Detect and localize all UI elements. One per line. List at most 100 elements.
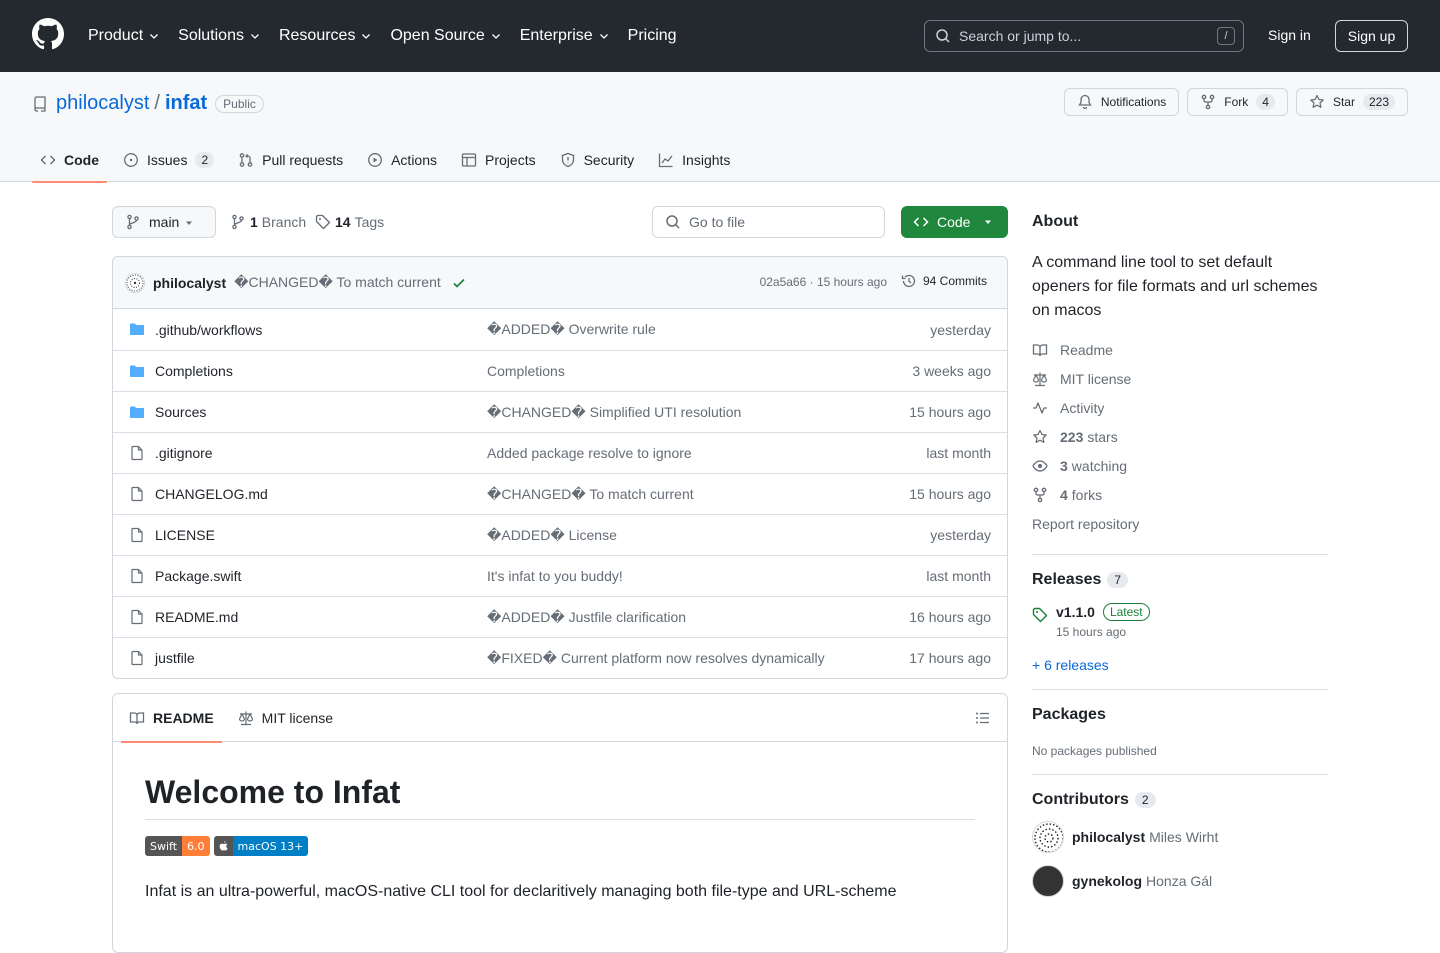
- file-row[interactable]: justfile �FIXED� Current platform now res…: [113, 637, 1007, 678]
- nav-resources[interactable]: Resources: [279, 27, 372, 45]
- branch-select-button[interactable]: main: [112, 206, 216, 238]
- tab-readme[interactable]: README: [121, 694, 222, 743]
- star-button[interactable]: Star 223: [1295, 88, 1408, 116]
- latest-badge: Latest: [1102, 603, 1150, 621]
- repo-name-link[interactable]: infat: [165, 92, 207, 115]
- tab-issues-label: Issues: [147, 152, 188, 168]
- repo-header: philocalyst / infat Public Notifications…: [0, 72, 1440, 183]
- branches-link[interactable]: 1 Branch: [230, 206, 306, 238]
- commit-hash-time[interactable]: 02a5a66 · 15 hours ago: [760, 275, 887, 289]
- file-row[interactable]: Sources �CHANGED� Simplified UTI resoluti…: [113, 391, 1007, 432]
- tab-security[interactable]: Security: [552, 138, 643, 182]
- file-name-link[interactable]: .github/workflows: [155, 322, 262, 338]
- file-commit-message-link[interactable]: �CHANGED� To match current: [487, 486, 694, 503]
- tab-projects[interactable]: Projects: [453, 138, 544, 182]
- file-commit-message-link[interactable]: It's infat to you buddy!: [487, 568, 623, 584]
- readme-link[interactable]: Readme: [1032, 335, 1328, 364]
- file-list: .github/workflows �ADDED� Overwrite rule y…: [113, 309, 1007, 678]
- go-to-file-input[interactable]: Go to file: [652, 206, 885, 238]
- file-row[interactable]: Completions Completions 3 weeks ago: [113, 350, 1007, 391]
- tags-link[interactable]: 14 Tags: [315, 206, 384, 238]
- file-row[interactable]: .gitignore Added package resolve to ignor…: [113, 432, 1007, 473]
- file-commit-message-link[interactable]: �ADDED� License: [487, 527, 617, 544]
- tag-icon: [1032, 607, 1048, 623]
- nav-open-source[interactable]: Open Source: [390, 27, 501, 45]
- forks-link[interactable]: 4 forks: [1032, 480, 1328, 509]
- file-commit-message-link[interactable]: �ADDED� Justfile clarification: [487, 609, 686, 626]
- check-icon[interactable]: [451, 275, 467, 291]
- list-unordered-icon[interactable]: [975, 710, 991, 726]
- caret-down-icon: [186, 221, 192, 225]
- report-repository-link[interactable]: Report repository: [1032, 509, 1328, 538]
- contributors-heading[interactable]: Contributors 2: [1032, 791, 1328, 809]
- repo-owner-link[interactable]: philocalyst: [56, 92, 149, 115]
- folder-icon: [130, 365, 144, 377]
- file-commit-message-link[interactable]: �ADDED� Overwrite rule: [487, 321, 656, 338]
- file-name-link[interactable]: .gitignore: [155, 445, 213, 461]
- history-icon: [901, 274, 916, 288]
- file-name-link[interactable]: CHANGELOG.md: [155, 486, 268, 502]
- commit-author-link[interactable]: philocalyst: [153, 275, 226, 291]
- notifications-button[interactable]: Notifications: [1063, 88, 1180, 116]
- avatar: [1032, 821, 1064, 853]
- file-commit-date: 15 hours ago: [909, 486, 991, 502]
- file-row[interactable]: CHANGELOG.md �CHANGED� To match current 15…: [113, 473, 1007, 514]
- sidebar: About A command line tool to set default…: [1032, 206, 1328, 897]
- visibility-badge: Public: [215, 94, 264, 113]
- swift-version-badge[interactable]: Swift 6.0: [145, 836, 210, 856]
- tab-pull-requests[interactable]: Pull requests: [230, 138, 351, 182]
- file-row[interactable]: LICENSE �ADDED� License yesterday: [113, 514, 1007, 555]
- readme-title: Welcome to Infat: [145, 774, 975, 820]
- fork-button[interactable]: Fork 4: [1187, 88, 1288, 116]
- sign-up-button[interactable]: Sign up: [1335, 20, 1408, 52]
- watching-link[interactable]: 3 watching: [1032, 451, 1328, 480]
- releases-heading[interactable]: Releases 7: [1032, 571, 1328, 589]
- file-row[interactable]: Package.swift It's infat to you buddy! las…: [113, 555, 1007, 596]
- nav-product[interactable]: Product: [88, 27, 160, 45]
- file-commit-message-link[interactable]: �FIXED� Current platform now resolves dy…: [487, 650, 825, 667]
- file-commit-message-link[interactable]: Added package resolve to ignore: [487, 445, 692, 461]
- global-search-input[interactable]: Search or jump to... /: [924, 20, 1244, 52]
- macos-version-badge[interactable]: macOS 13+: [213, 836, 309, 856]
- license-link[interactable]: MIT license: [1032, 364, 1328, 393]
- file-name-link[interactable]: justfile: [155, 650, 195, 666]
- packages-heading[interactable]: Packages: [1032, 706, 1328, 724]
- file-commit-message-link[interactable]: �CHANGED� Simplified UTI resolution: [487, 404, 741, 421]
- file-name-link[interactable]: LICENSE: [155, 527, 215, 543]
- avatar[interactable]: [125, 272, 145, 293]
- nav-enterprise[interactable]: Enterprise: [520, 27, 610, 45]
- file-commit-message-link[interactable]: Completions: [487, 363, 565, 379]
- contributor-item[interactable]: gynekolog Honza Gál: [1032, 865, 1328, 897]
- nav-solutions[interactable]: Solutions: [178, 27, 261, 45]
- file-name-link[interactable]: Completions: [155, 363, 233, 379]
- github-logo-icon[interactable]: [32, 18, 64, 50]
- activity-link[interactable]: Activity: [1032, 393, 1328, 422]
- file-row[interactable]: .github/workflows �ADDED� Overwrite rule y…: [113, 309, 1007, 350]
- shield-icon: [561, 152, 574, 168]
- notifications-label: Notifications: [1100, 95, 1167, 109]
- commit-message-link[interactable]: �CHANGED� To match current: [234, 274, 441, 291]
- file-name-link[interactable]: README.md: [155, 609, 238, 625]
- file-name-link[interactable]: Package.swift: [155, 568, 241, 584]
- contributor-item[interactable]: philocalyst Miles Wirht: [1032, 821, 1328, 853]
- nav-pricing[interactable]: Pricing: [628, 27, 677, 45]
- commits-history-link[interactable]: 94 Commits: [901, 273, 987, 289]
- file-row[interactable]: README.md �ADDED� Justfile clarification 1…: [113, 596, 1007, 637]
- sign-in-link[interactable]: Sign in: [1268, 27, 1311, 43]
- file-commit-date: 16 hours ago: [909, 609, 991, 625]
- branch-name: main: [149, 214, 180, 230]
- tab-actions[interactable]: Actions: [359, 138, 445, 182]
- tab-license[interactable]: MIT license: [230, 694, 341, 742]
- releases-heading-label: Releases: [1032, 571, 1102, 588]
- file-name-link[interactable]: Sources: [155, 404, 206, 420]
- file-toolbar: main 1 Branch 14 Tags Go to file Code: [112, 206, 1008, 238]
- stars-link[interactable]: 223 stars: [1032, 422, 1328, 451]
- repo-tabs: Code Issues 2 Pull requests Actions Proj…: [32, 138, 746, 183]
- tab-issues[interactable]: Issues 2: [115, 138, 222, 182]
- latest-release[interactable]: v1.1.0 Latest 15 hours ago: [1032, 603, 1328, 639]
- more-releases-link[interactable]: + 6 releases: [1032, 657, 1328, 673]
- tab-insights[interactable]: Insights: [650, 138, 738, 182]
- nav-solutions-label: Solutions: [178, 27, 244, 44]
- code-dropdown-button[interactable]: Code: [901, 206, 1008, 238]
- tab-code[interactable]: Code: [32, 138, 107, 183]
